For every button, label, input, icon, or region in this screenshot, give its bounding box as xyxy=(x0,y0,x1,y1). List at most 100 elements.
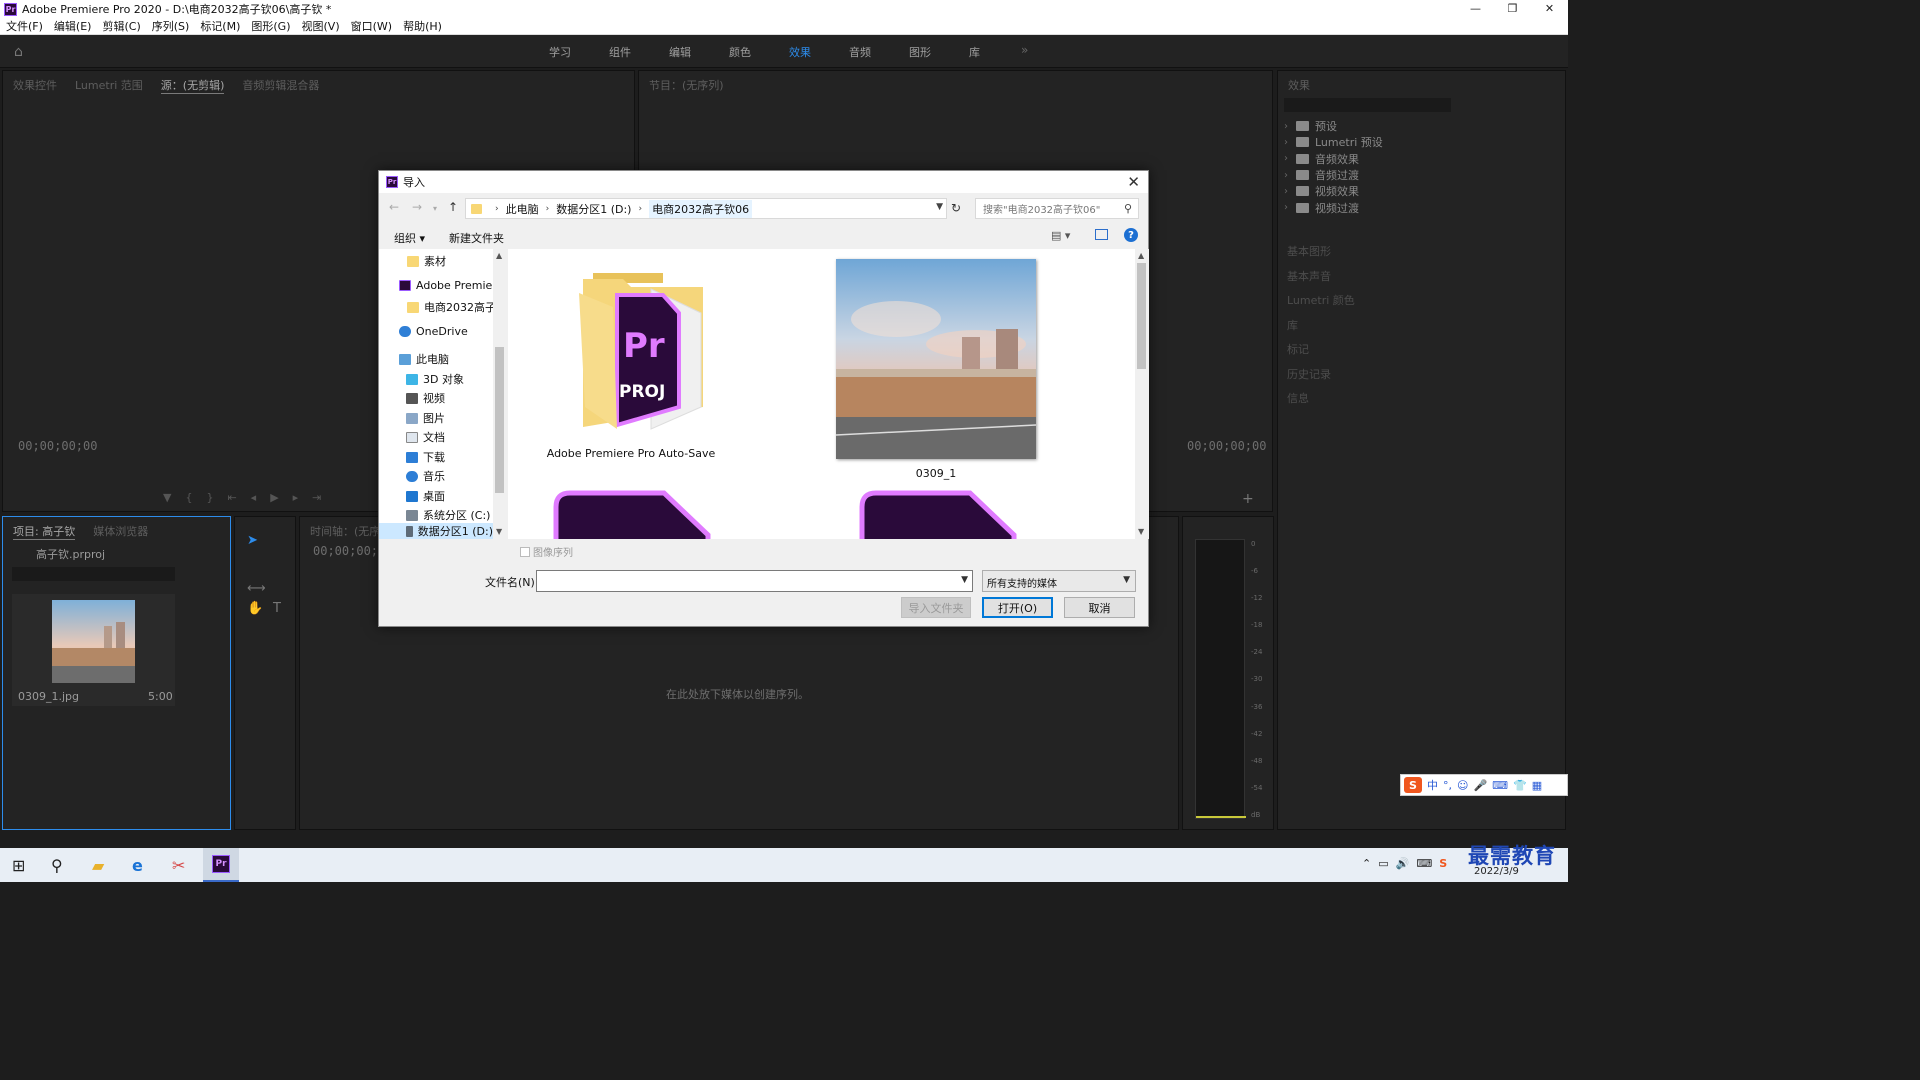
panel-essential-graphics[interactable]: 基本图形 xyxy=(1287,243,1355,268)
tree-item[interactable]: 素材 xyxy=(407,253,446,269)
back-arrow-icon[interactable]: ← xyxy=(389,200,399,214)
tab-project[interactable]: 项目: 高子钦 xyxy=(13,523,76,540)
workspace-more-icon[interactable]: » xyxy=(1021,43,1028,57)
panel-lumetri-color[interactable]: Lumetri 颜色 xyxy=(1287,292,1355,317)
address-bar[interactable]: › 此电脑 › 数据分区1 (D:) › 电商2032高子钦06 ▼ xyxy=(465,198,947,219)
ime-toolbar[interactable]: S 中 °, ☺ 🎤 ⌨ 👕 ▦ xyxy=(1400,774,1568,796)
menu-file[interactable]: 文件(F) xyxy=(6,18,43,34)
volume-icon[interactable]: 🔊 xyxy=(1396,857,1410,870)
view-options-icon[interactable]: ▤ ▾ xyxy=(1051,229,1070,242)
panel-markers[interactable]: 标记 xyxy=(1287,341,1355,366)
forward-arrow-icon[interactable]: → xyxy=(412,200,422,214)
chevron-up-icon[interactable]: ⌃ xyxy=(1362,857,1371,870)
panel-libraries[interactable]: 库 xyxy=(1287,317,1355,342)
effects-item[interactable]: › Lumetri 预设 xyxy=(1284,134,1383,150)
workspace-graphics[interactable]: 图形 xyxy=(909,44,931,60)
tree-item-selected[interactable]: 数据分区1 (D:) xyxy=(379,523,493,539)
ime-mode[interactable]: 中 xyxy=(1427,777,1438,793)
effects-item[interactable]: › 预设 xyxy=(1284,118,1383,134)
source-transport-controls[interactable]: ▼{}⇤◂▶▸⇥ xyxy=(163,491,335,504)
menu-view[interactable]: 视图(V) xyxy=(302,18,340,34)
tree-item[interactable]: 图片 xyxy=(406,410,445,426)
menu-marker[interactable]: 标记(M) xyxy=(200,18,240,34)
search-icon[interactable]: ⚲ xyxy=(51,856,63,875)
tree-item[interactable]: 桌面 xyxy=(406,488,445,504)
panel-essential-sound[interactable]: 基本声音 xyxy=(1287,268,1355,293)
preview-pane-icon[interactable] xyxy=(1095,229,1108,240)
panel-history[interactable]: 历史记录 xyxy=(1287,366,1355,391)
file-item-folder[interactable]: Pr PROJ Adobe Premiere Pro Auto-Save xyxy=(536,257,726,460)
selection-tool-icon[interactable]: ➤ xyxy=(247,533,258,548)
file-item-image[interactable]: 0309_1 xyxy=(836,259,1036,480)
tree-scrollbar[interactable]: ▲ ▼ xyxy=(493,249,507,539)
menu-sequence[interactable]: 序列(S) xyxy=(152,18,190,34)
help-icon[interactable]: ? xyxy=(1124,228,1138,242)
tree-item[interactable]: 下载 xyxy=(406,449,445,465)
close-icon[interactable]: ✕ xyxy=(1127,173,1140,191)
chevron-down-icon[interactable]: ▼ xyxy=(961,575,968,585)
skin-icon[interactable]: 👕 xyxy=(1513,779,1527,792)
breadcrumb-drive-d[interactable]: 数据分区1 (D:) xyxy=(556,201,631,217)
workspace-audio[interactable]: 音频 xyxy=(849,44,871,60)
add-button-icon[interactable]: + xyxy=(1242,491,1254,507)
new-folder-button[interactable]: 新建文件夹 xyxy=(449,230,504,246)
workspace-assembly[interactable]: 组件 xyxy=(609,44,631,60)
workspace-libraries[interactable]: 库 xyxy=(969,44,980,60)
image-sequence-checkbox[interactable]: 图像序列 xyxy=(520,544,573,559)
tab-effect-controls[interactable]: 效果控件 xyxy=(13,77,57,94)
file-list-scrollbar[interactable]: ▲ ▼ xyxy=(1135,249,1149,539)
tab-effects[interactable]: 效果 xyxy=(1288,77,1310,93)
workspace-effects[interactable]: 效果 xyxy=(789,44,811,60)
edge-icon[interactable]: e xyxy=(132,856,143,875)
ime-tray-icon[interactable]: ⌨ xyxy=(1416,857,1432,870)
tree-item[interactable]: OneDrive xyxy=(399,325,468,338)
type-tool-icon[interactable]: T xyxy=(273,601,281,616)
panel-info[interactable]: 信息 xyxy=(1287,390,1355,415)
workspace-color[interactable]: 颜色 xyxy=(729,44,751,60)
chevron-down-icon[interactable]: ▼ xyxy=(936,202,943,212)
maximize-button[interactable]: ❐ xyxy=(1494,0,1531,18)
effects-item[interactable]: › 音频过渡 xyxy=(1284,167,1383,183)
menu-graphics[interactable]: 图形(G) xyxy=(251,18,290,34)
effects-item[interactable]: › 视频效果 xyxy=(1284,183,1383,199)
tree-item[interactable]: 音乐 xyxy=(406,468,445,484)
file-item-premiere-project[interactable] xyxy=(858,489,1018,539)
network-icon[interactable]: ▭ xyxy=(1378,857,1388,870)
breadcrumb-this-pc[interactable]: 此电脑 xyxy=(506,201,539,217)
workspace-editing[interactable]: 编辑 xyxy=(669,44,691,60)
effects-item[interactable]: › 音频效果 xyxy=(1284,151,1383,167)
organize-button[interactable]: 组织 ▾ xyxy=(394,230,425,246)
search-input[interactable]: 搜索"电商2032高子钦06" ⚲ xyxy=(975,198,1139,219)
home-icon[interactable]: ⌂ xyxy=(14,44,30,60)
slip-tool-icon[interactable]: ⟷ xyxy=(247,581,266,596)
tab-audio-clip-mixer[interactable]: 音频剪辑混合器 xyxy=(242,77,319,94)
project-clip-item[interactable]: 0309_1.jpg 5:00 xyxy=(12,594,175,706)
premiere-taskbar-button[interactable]: Pr xyxy=(203,848,239,882)
effects-search-input[interactable] xyxy=(1284,98,1451,112)
filename-input[interactable]: ▼ xyxy=(536,570,973,592)
minimize-button[interactable]: — xyxy=(1457,0,1494,18)
tab-media-browser[interactable]: 媒体浏览器 xyxy=(93,523,148,540)
menu-help[interactable]: 帮助(H) xyxy=(403,18,442,34)
open-button[interactable]: 打开(O) xyxy=(982,597,1053,618)
keyboard-icon[interactable]: ⌨ xyxy=(1492,779,1508,792)
breadcrumb-current-folder[interactable]: 电商2032高子钦06 xyxy=(649,199,753,218)
tab-lumetri-scopes[interactable]: Lumetri 范围 xyxy=(75,77,143,94)
cancel-button[interactable]: 取消 xyxy=(1064,597,1135,618)
tree-item[interactable]: Adobe Premiere xyxy=(399,279,503,292)
menu-edit[interactable]: 编辑(E) xyxy=(54,18,92,34)
windows-start-icon[interactable]: ⊞ xyxy=(12,856,25,875)
recent-dropdown-icon[interactable]: ▾ xyxy=(433,204,437,213)
workspace-learn[interactable]: 学习 xyxy=(549,44,571,60)
tree-item[interactable]: 此电脑 xyxy=(399,351,449,367)
project-search-input[interactable] xyxy=(12,567,175,581)
file-item-premiere-project[interactable] xyxy=(552,489,712,539)
sogou-tray-icon[interactable]: S xyxy=(1439,857,1447,870)
punctuation-icon[interactable]: °, xyxy=(1443,779,1452,792)
snipping-tool-icon[interactable]: ✂ xyxy=(172,856,185,875)
tree-item[interactable]: 3D 对象 xyxy=(406,371,464,387)
file-explorer-icon[interactable]: ▰ xyxy=(92,856,104,875)
close-window-button[interactable]: ✕ xyxy=(1531,0,1568,18)
file-type-select[interactable]: 所有支持的媒体 ▼ xyxy=(982,570,1136,592)
effects-item[interactable]: › 视频过渡 xyxy=(1284,199,1383,215)
